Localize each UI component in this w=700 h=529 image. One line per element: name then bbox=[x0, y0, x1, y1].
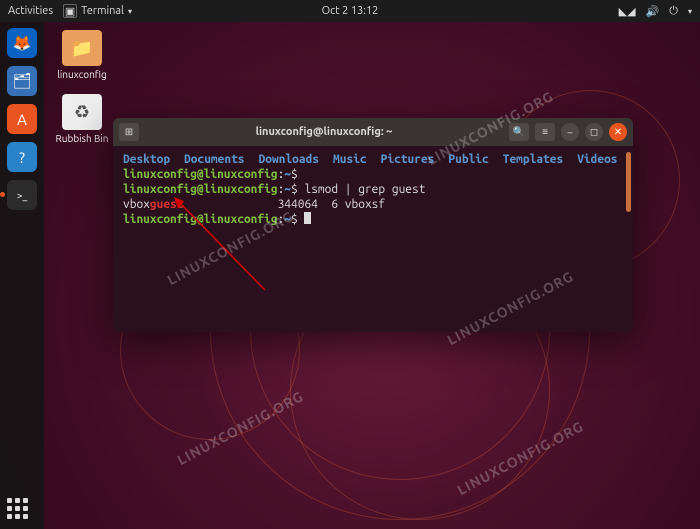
system-menu-chevron-icon[interactable]: ▾ bbox=[688, 7, 692, 16]
new-tab-button[interactable]: ⊞ bbox=[119, 123, 139, 141]
close-button[interactable]: ✕ bbox=[609, 123, 627, 141]
minimize-button[interactable]: – bbox=[561, 123, 579, 141]
cursor bbox=[304, 212, 311, 224]
terminal-window: ⊞ linuxconfig@linuxconfig: ~ 🔍 ≡ – ◻ ✕ D… bbox=[113, 118, 633, 332]
terminal-content[interactable]: DesktopDocumentsDownloadsMusicPicturesPu… bbox=[113, 146, 633, 332]
desktop-folder-linuxconfig[interactable]: 📁 linuxconfig bbox=[52, 30, 112, 80]
dock: 🦊 🗂 A ? >_ bbox=[0, 22, 44, 529]
hamburger-menu-button[interactable]: ≡ bbox=[535, 123, 555, 141]
prompt-line-2: linuxconfig@linuxconfig:~$ lsmod | grep … bbox=[123, 182, 623, 197]
folder-icon: 📁 bbox=[62, 30, 102, 66]
help-icon[interactable]: ? bbox=[7, 142, 37, 172]
desktop-trash[interactable]: ♻ Rubbish Bin bbox=[52, 94, 112, 144]
app-menu-label: Terminal bbox=[81, 5, 124, 17]
desktop-icons: 📁 linuxconfig ♻ Rubbish Bin bbox=[52, 30, 112, 158]
volume-icon[interactable]: 🔊 bbox=[646, 5, 660, 18]
app-menu[interactable]: ▣ Terminal ▾ bbox=[63, 4, 132, 18]
search-button[interactable]: 🔍 bbox=[509, 123, 529, 141]
maximize-button[interactable]: ◻ bbox=[585, 123, 603, 141]
activities-button[interactable]: Activities bbox=[8, 5, 53, 17]
show-applications-button[interactable] bbox=[7, 498, 28, 519]
chevron-down-icon: ▾ bbox=[128, 7, 132, 16]
network-icon[interactable]: ◣◢ bbox=[619, 5, 636, 18]
ls-output: DesktopDocumentsDownloadsMusicPicturesPu… bbox=[123, 152, 623, 167]
grep-output: vboxguest 344064 6 vboxsf bbox=[123, 197, 623, 212]
software-icon[interactable]: A bbox=[7, 104, 37, 134]
prompt-line-1: linuxconfig@linuxconfig:~$ bbox=[123, 167, 623, 182]
trash-icon: ♻ bbox=[62, 94, 102, 130]
prompt-line-3: linuxconfig@linuxconfig:~$ bbox=[123, 212, 623, 227]
files-icon[interactable]: 🗂 bbox=[7, 66, 37, 96]
window-titlebar[interactable]: ⊞ linuxconfig@linuxconfig: ~ 🔍 ≡ – ◻ ✕ bbox=[113, 118, 633, 146]
firefox-icon[interactable]: 🦊 bbox=[7, 28, 37, 58]
terminal-icon[interactable]: >_ bbox=[7, 180, 37, 210]
clock[interactable]: Oct 2 13:12 bbox=[322, 5, 379, 17]
window-title: linuxconfig@linuxconfig: ~ bbox=[139, 126, 509, 138]
top-bar: Activities ▣ Terminal ▾ Oct 2 13:12 ◣◢ 🔊… bbox=[0, 0, 700, 22]
terminal-indicator-icon: ▣ bbox=[63, 4, 77, 18]
desktop-folder-label: linuxconfig bbox=[52, 69, 112, 80]
desktop-trash-label: Rubbish Bin bbox=[52, 133, 112, 144]
power-icon[interactable]: ⏻ bbox=[669, 5, 678, 18]
scrollbar[interactable] bbox=[626, 152, 631, 212]
